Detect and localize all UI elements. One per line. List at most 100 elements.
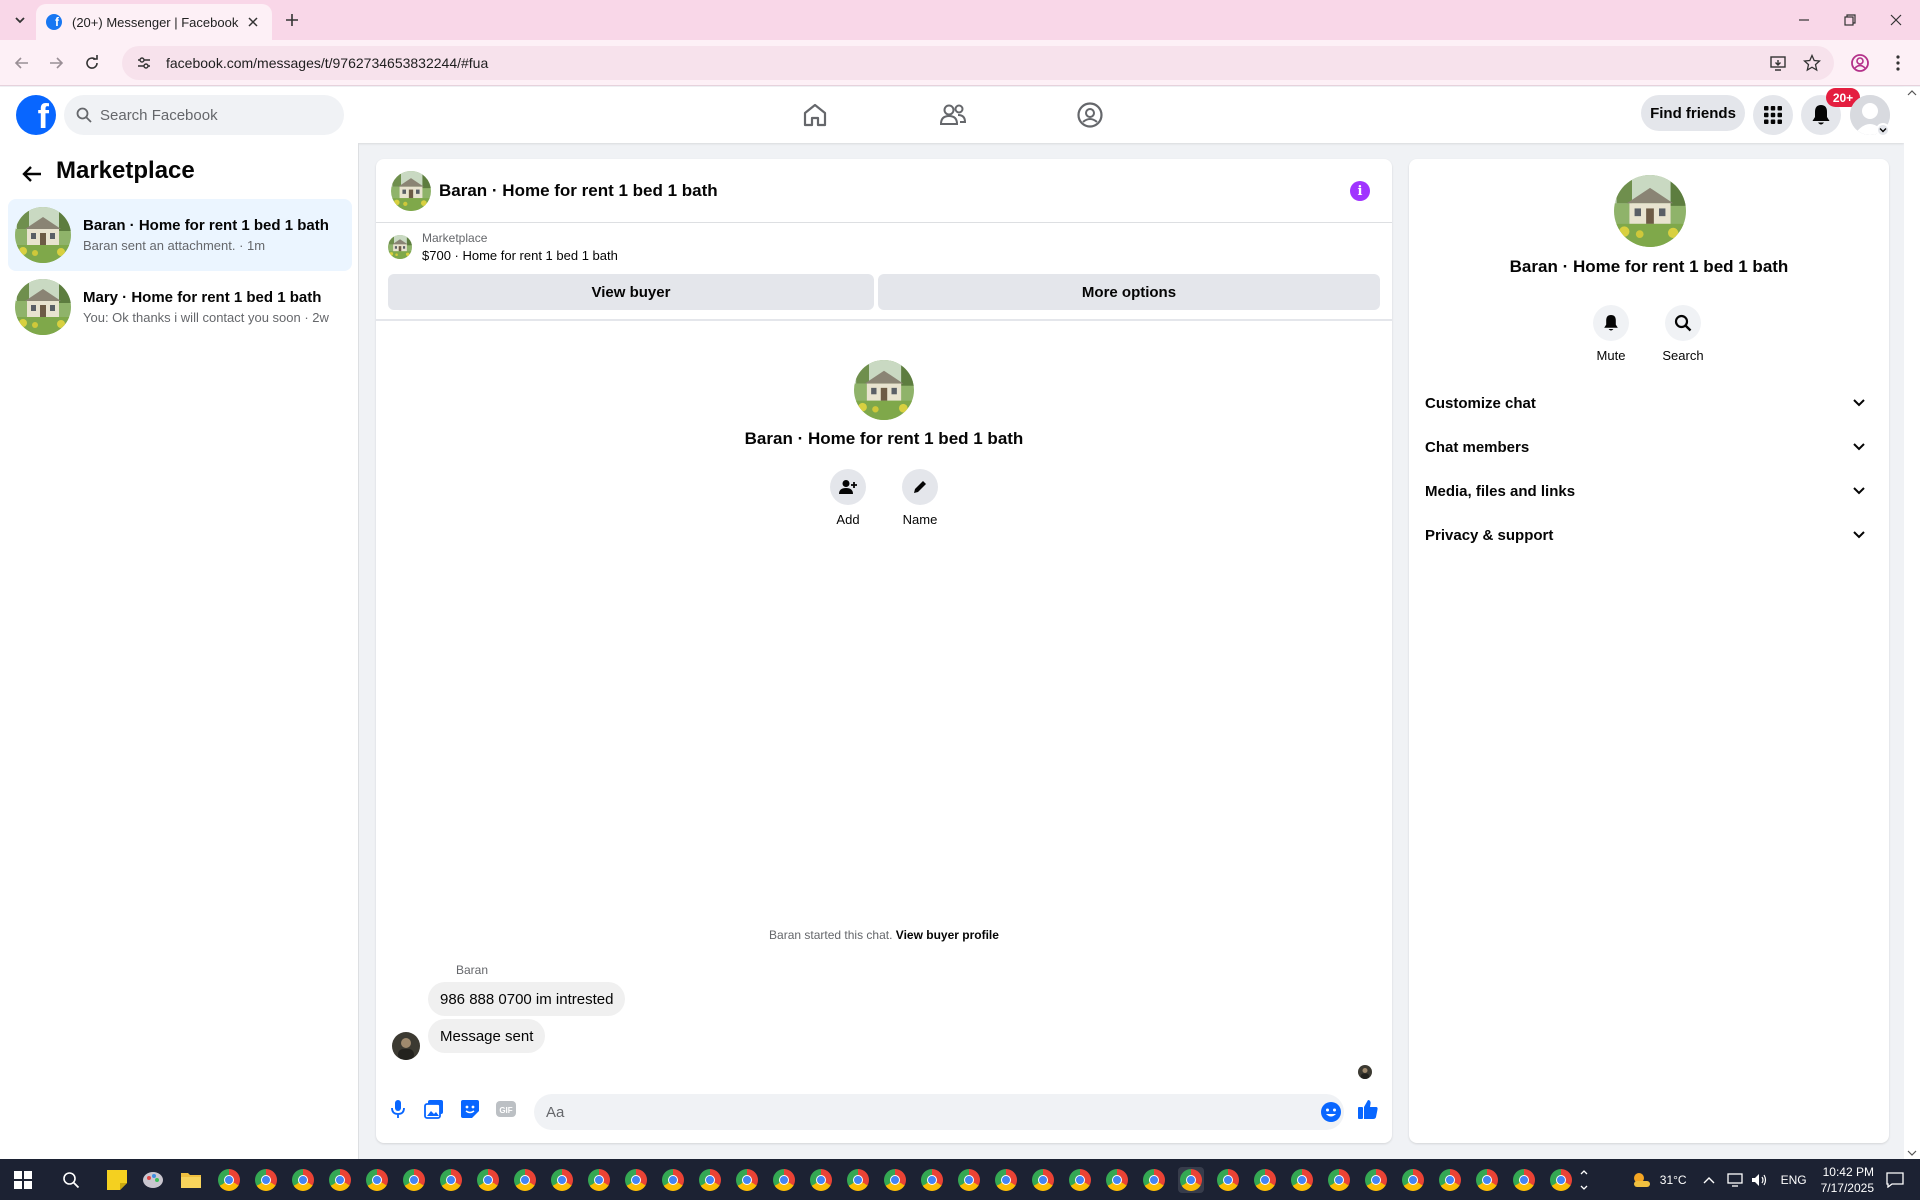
chrome-icon[interactable]: [1289, 1167, 1315, 1193]
notification-center-icon[interactable]: [1886, 1171, 1904, 1188]
menu-grid-icon[interactable]: [1753, 95, 1793, 135]
weather-temperature[interactable]: 31°C: [1660, 1173, 1687, 1187]
conversation-item-baran[interactable]: Baran · Home for rent 1 bed 1 bath Baran…: [8, 199, 352, 271]
address-bar[interactable]: facebook.com/messages/t/9762734653832244…: [122, 46, 1834, 80]
chrome-icon[interactable]: [364, 1167, 390, 1193]
view-buyer-button[interactable]: View buyer: [388, 274, 874, 310]
chrome-icon[interactable]: [882, 1167, 908, 1193]
chrome-icon[interactable]: [1548, 1167, 1574, 1193]
message-composer[interactable]: [534, 1094, 1344, 1130]
profile-icon[interactable]: [1848, 51, 1872, 75]
message-bubble[interactable]: Message sent: [428, 1019, 546, 1053]
volume-icon[interactable]: [1751, 1173, 1769, 1187]
chrome-icon[interactable]: [1067, 1167, 1093, 1193]
tab-search-chevron-icon[interactable]: [10, 10, 30, 30]
paint-app-icon[interactable]: [140, 1167, 166, 1193]
taskbar-scroll-icon[interactable]: [1577, 1167, 1591, 1193]
chrome-icon[interactable]: [1030, 1167, 1056, 1193]
attach-photo-icon[interactable]: [422, 1097, 446, 1121]
message-bubble[interactable]: 986 888 0700 im intrested: [428, 982, 626, 1016]
chrome-icon[interactable]: [253, 1167, 279, 1193]
chat-members-section[interactable]: Chat members: [1425, 425, 1873, 469]
microphone-icon[interactable]: [386, 1097, 410, 1121]
emoji-icon[interactable]: [1320, 1101, 1342, 1123]
account-chevron-icon[interactable]: [1876, 123, 1890, 137]
chat-avatar[interactable]: [391, 171, 431, 211]
chrome-icon[interactable]: [549, 1167, 575, 1193]
clock[interactable]: 10:42 PM 7/17/2025: [1821, 1164, 1874, 1196]
conversation-info-icon[interactable]: i: [1350, 181, 1370, 201]
browser-tab[interactable]: f (20+) Messenger | Facebook: [36, 4, 272, 40]
install-app-icon[interactable]: [1766, 51, 1790, 75]
chrome-icon[interactable]: [808, 1167, 834, 1193]
new-tab-icon[interactable]: [282, 10, 302, 30]
back-icon[interactable]: [10, 51, 34, 75]
friends-icon[interactable]: [933, 95, 973, 135]
chrome-icon[interactable]: [327, 1167, 353, 1193]
chrome-icon[interactable]: [1104, 1167, 1130, 1193]
more-options-button[interactable]: More options: [878, 274, 1380, 310]
chrome-icon[interactable]: [1400, 1167, 1426, 1193]
name-chat-button[interactable]: Name: [890, 469, 950, 527]
sticky-notes-icon[interactable]: [104, 1167, 130, 1193]
sender-avatar[interactable]: [392, 1032, 420, 1060]
message-input[interactable]: [546, 1103, 1306, 1121]
add-people-button[interactable]: Add: [818, 469, 878, 527]
input-language[interactable]: ENG: [1781, 1173, 1807, 1187]
chrome-icon[interactable]: [290, 1167, 316, 1193]
chrome-icon[interactable]: [1326, 1167, 1352, 1193]
minimize-icon[interactable]: [1792, 8, 1816, 32]
like-thumbs-up-icon[interactable]: [1356, 1097, 1380, 1121]
bookmark-star-icon[interactable]: [1800, 51, 1824, 75]
chrome-icon[interactable]: [1252, 1167, 1278, 1193]
chrome-icon[interactable]: [845, 1167, 871, 1193]
view-buyer-profile-link[interactable]: View buyer profile: [896, 928, 999, 942]
chrome-icon[interactable]: [771, 1167, 797, 1193]
home-icon[interactable]: [795, 95, 835, 135]
chrome-icon[interactable]: [512, 1167, 538, 1193]
chrome-profile-r-icon[interactable]: [216, 1167, 242, 1193]
chrome-icon[interactable]: [660, 1167, 686, 1193]
forward-icon[interactable]: [44, 51, 68, 75]
chrome-icon[interactable]: [586, 1167, 612, 1193]
search-input[interactable]: Search Facebook: [64, 95, 344, 135]
chrome-icon[interactable]: [401, 1167, 427, 1193]
chat-title[interactable]: Baran · Home for rent 1 bed 1 bath: [439, 181, 718, 201]
conversation-item-mary[interactable]: Mary · Home for rent 1 bed 1 bath You: O…: [8, 271, 352, 343]
chrome-icon[interactable]: [475, 1167, 501, 1193]
network-icon[interactable]: [1726, 1172, 1743, 1187]
windows-start-icon[interactable]: [10, 1167, 36, 1193]
sticker-icon[interactable]: [458, 1097, 482, 1121]
customize-chat-section[interactable]: Customize chat: [1425, 381, 1873, 425]
chrome-icon[interactable]: [956, 1167, 982, 1193]
show-hidden-icons-icon[interactable]: [1703, 1176, 1715, 1184]
chrome-icon[interactable]: [919, 1167, 945, 1193]
reload-icon[interactable]: [80, 51, 104, 75]
groups-icon[interactable]: [1070, 95, 1110, 135]
find-friends-button[interactable]: Find friends: [1641, 95, 1745, 131]
page-scrollbar[interactable]: [1904, 87, 1920, 1159]
chrome-icon[interactable]: [993, 1167, 1019, 1193]
media-files-links-section[interactable]: Media, files and links: [1425, 469, 1873, 513]
chrome-icon[interactable]: [1215, 1167, 1241, 1193]
chrome-icon[interactable]: [623, 1167, 649, 1193]
chrome-icon[interactable]: [734, 1167, 760, 1193]
close-window-icon[interactable]: [1884, 8, 1908, 32]
privacy-support-section[interactable]: Privacy & support: [1425, 513, 1873, 557]
chrome-icon[interactable]: [697, 1167, 723, 1193]
search-in-chat-button[interactable]: Search: [1653, 305, 1713, 363]
file-explorer-icon[interactable]: [178, 1167, 204, 1193]
search-icon[interactable]: [58, 1167, 84, 1193]
back-arrow-icon[interactable]: [18, 160, 46, 188]
browser-menu-icon[interactable]: [1886, 51, 1910, 75]
chrome-icon[interactable]: [1437, 1167, 1463, 1193]
close-tab-icon[interactable]: [244, 13, 262, 31]
weather-icon[interactable]: [1630, 1170, 1652, 1190]
chrome-icon[interactable]: [438, 1167, 464, 1193]
restore-icon[interactable]: [1838, 8, 1862, 32]
site-info-icon[interactable]: [136, 55, 152, 71]
listing-banner[interactable]: Marketplace $700 · Home for rent 1 bed 1…: [388, 231, 618, 263]
chrome-icon[interactable]: [1141, 1167, 1167, 1193]
facebook-logo-icon[interactable]: f: [16, 95, 56, 135]
chrome-icon[interactable]: [1363, 1167, 1389, 1193]
